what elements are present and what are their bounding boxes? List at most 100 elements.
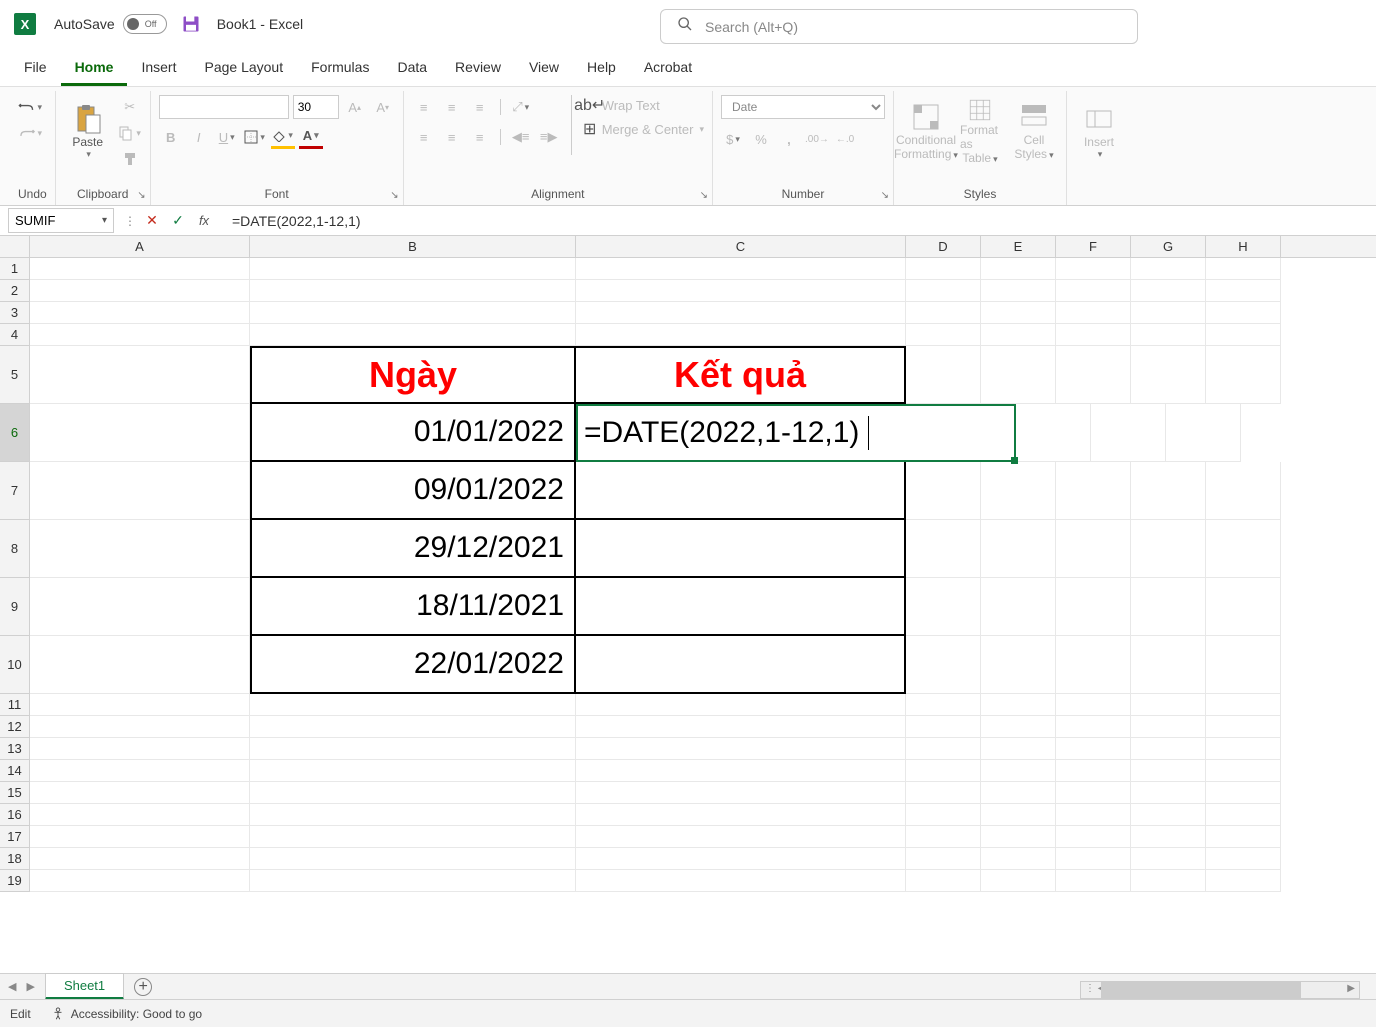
cell[interactable]: [1131, 782, 1206, 804]
cell[interactable]: [576, 738, 906, 760]
cell[interactable]: [576, 760, 906, 782]
cell[interactable]: [1206, 804, 1281, 826]
insert-function-button[interactable]: fx: [194, 211, 214, 231]
cell[interactable]: [576, 870, 906, 892]
tab-home[interactable]: Home: [61, 51, 128, 86]
cell[interactable]: [1056, 826, 1131, 848]
cell-C9[interactable]: [576, 578, 906, 636]
paste-button[interactable]: Paste ▾: [64, 95, 112, 167]
cell[interactable]: [30, 258, 250, 280]
tab-review[interactable]: Review: [441, 51, 515, 86]
cell[interactable]: [981, 520, 1056, 578]
cell[interactable]: [1206, 716, 1281, 738]
cell[interactable]: [981, 716, 1056, 738]
cell[interactable]: [30, 578, 250, 636]
cell[interactable]: [30, 848, 250, 870]
cell[interactable]: [250, 258, 576, 280]
row-header[interactable]: 13: [0, 738, 30, 760]
sheet-nav-next[interactable]: ▶: [26, 980, 34, 993]
row-header[interactable]: 3: [0, 302, 30, 324]
copy-button[interactable]: ▾: [118, 121, 142, 145]
cell[interactable]: [30, 760, 250, 782]
orientation-button[interactable]: ⤢▾: [509, 95, 533, 119]
cell[interactable]: [981, 870, 1056, 892]
cell[interactable]: [1166, 404, 1241, 462]
tab-data[interactable]: Data: [383, 51, 441, 86]
cell[interactable]: [250, 848, 576, 870]
cell-B7[interactable]: 09/01/2022: [250, 462, 576, 520]
bold-button[interactable]: B: [159, 125, 183, 149]
cell[interactable]: [906, 760, 981, 782]
clipboard-dialog-launcher[interactable]: ↘: [137, 190, 145, 201]
tab-file[interactable]: File: [10, 51, 61, 86]
col-header-F[interactable]: F: [1056, 236, 1131, 257]
cell[interactable]: [1131, 462, 1206, 520]
font-name-dropdown[interactable]: [159, 95, 289, 119]
cell[interactable]: [1206, 870, 1281, 892]
row-header[interactable]: 1: [0, 258, 30, 280]
cell[interactable]: [981, 804, 1056, 826]
cell[interactable]: [576, 716, 906, 738]
cell[interactable]: [1206, 738, 1281, 760]
cut-button[interactable]: ✂: [118, 95, 142, 119]
cell[interactable]: [1206, 302, 1281, 324]
wrap-text-button[interactable]: ab↵ Wrap Text: [582, 97, 704, 113]
scrollbar-thumb[interactable]: [1101, 982, 1301, 998]
cell[interactable]: [1206, 258, 1281, 280]
tab-formulas[interactable]: Formulas: [297, 51, 383, 86]
add-sheet-button[interactable]: +: [134, 978, 152, 996]
row-header[interactable]: 18: [0, 848, 30, 870]
cell[interactable]: [906, 826, 981, 848]
cell[interactable]: [30, 694, 250, 716]
cell[interactable]: [906, 258, 981, 280]
cell-C6-editing[interactable]: =DATE(2022,1-12,1): [576, 404, 1016, 462]
cell[interactable]: [576, 826, 906, 848]
formula-input[interactable]: =DATE(2022,1-12,1): [224, 213, 1376, 229]
cell[interactable]: [1206, 520, 1281, 578]
comma-button[interactable]: ,: [777, 127, 801, 151]
cell[interactable]: [1206, 826, 1281, 848]
cell[interactable]: [576, 280, 906, 302]
cell[interactable]: [906, 694, 981, 716]
search-box[interactable]: Search (Alt+Q): [660, 9, 1138, 44]
cell[interactable]: [1056, 694, 1131, 716]
cell[interactable]: [906, 324, 981, 346]
row-header[interactable]: 15: [0, 782, 30, 804]
cell[interactable]: [30, 404, 250, 462]
row-header[interactable]: 8: [0, 520, 30, 578]
cell[interactable]: [1131, 280, 1206, 302]
col-header-G[interactable]: G: [1131, 236, 1206, 257]
cell-B8[interactable]: 29/12/2021: [250, 520, 576, 578]
number-dialog-launcher[interactable]: ↘: [881, 190, 889, 201]
cell[interactable]: [981, 636, 1056, 694]
tab-acrobat[interactable]: Acrobat: [630, 51, 706, 86]
cell[interactable]: [1056, 346, 1131, 404]
insert-cells-button[interactable]: Insert ▾: [1075, 95, 1123, 167]
percent-button[interactable]: %: [749, 127, 773, 151]
cell[interactable]: [1056, 258, 1131, 280]
align-middle-button[interactable]: ≡: [440, 95, 464, 119]
enter-formula-button[interactable]: ✓: [168, 211, 188, 231]
cell[interactable]: [906, 280, 981, 302]
cell[interactable]: [30, 324, 250, 346]
cell[interactable]: [981, 302, 1056, 324]
cell[interactable]: [30, 782, 250, 804]
italic-button[interactable]: I: [187, 125, 211, 149]
cell[interactable]: [1131, 870, 1206, 892]
row-header[interactable]: 10: [0, 636, 30, 694]
col-header-A[interactable]: A: [30, 236, 250, 257]
row-header[interactable]: 14: [0, 760, 30, 782]
cell[interactable]: [981, 738, 1056, 760]
cell[interactable]: [1131, 636, 1206, 694]
cell[interactable]: [1056, 738, 1131, 760]
cell[interactable]: [1131, 520, 1206, 578]
cell[interactable]: [1131, 324, 1206, 346]
cell[interactable]: [1131, 694, 1206, 716]
undo-button[interactable]: ▾: [18, 95, 42, 119]
cell[interactable]: [906, 738, 981, 760]
cell[interactable]: [1131, 716, 1206, 738]
select-all-corner[interactable]: [0, 236, 30, 257]
align-bottom-button[interactable]: ≡: [468, 95, 492, 119]
cell[interactable]: [906, 848, 981, 870]
cell[interactable]: [1131, 826, 1206, 848]
